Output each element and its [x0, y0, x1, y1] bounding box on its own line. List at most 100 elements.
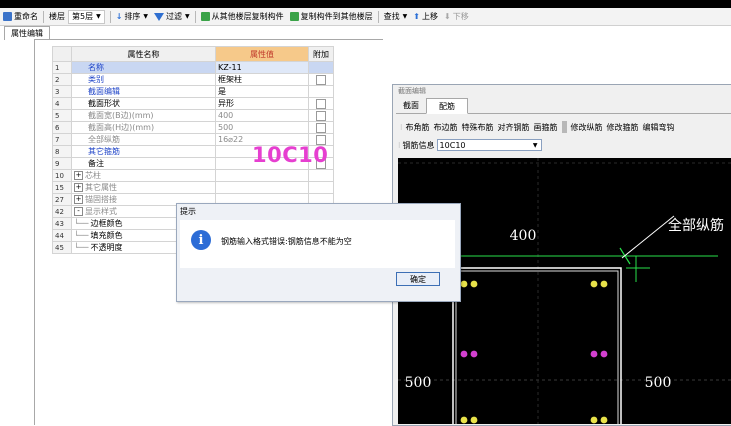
- tool-corner-rebar[interactable]: 布角筋: [404, 122, 432, 133]
- rebar-point[interactable]: [470, 280, 478, 288]
- tool-draw-stirrup[interactable]: 画箍筋: [532, 122, 560, 133]
- tab-section[interactable]: 截面: [396, 98, 426, 112]
- floor-selector[interactable]: 楼层 第5层 ▼: [46, 9, 108, 24]
- extra-checkbox[interactable]: [316, 98, 326, 109]
- tree-connector: └──: [74, 243, 89, 252]
- rebar-point[interactable]: [460, 350, 468, 358]
- chevron-down-icon[interactable]: ▼: [533, 142, 538, 149]
- extra-cell: [308, 85, 334, 98]
- table-row[interactable]: 2 类别 框架柱: [52, 73, 334, 86]
- rebar-point[interactable]: [600, 280, 608, 288]
- rebar-point[interactable]: [460, 416, 468, 424]
- collapse-icon[interactable]: -: [74, 207, 83, 216]
- find-button[interactable]: 查找 ▼: [381, 9, 411, 24]
- rebar-points: [460, 280, 608, 424]
- tool-modify-longitudinal[interactable]: 修改纵筋: [569, 122, 605, 133]
- rebar-point[interactable]: [470, 350, 478, 358]
- alert-dialog-title: 提示: [180, 207, 196, 216]
- tool-special-rebar[interactable]: 特殊布筋: [460, 122, 496, 133]
- rename-button[interactable]: 重命名: [0, 9, 41, 24]
- row-number: 10: [52, 169, 72, 182]
- property-value[interactable]: KZ-11: [215, 61, 309, 74]
- ok-button[interactable]: 确定: [396, 272, 440, 286]
- move-up-button[interactable]: ⬆ 上移: [410, 9, 441, 24]
- table-row[interactable]: 3 截面编辑 是: [52, 85, 334, 98]
- table-row[interactable]: 1 名称 KZ-11: [52, 61, 334, 74]
- toolbar-separator: [109, 10, 111, 23]
- property-name-text: 边框颜色: [90, 219, 123, 228]
- header-property-name: 属性名称: [71, 46, 216, 62]
- row-number: 1: [52, 61, 72, 74]
- rebar-info-combobox[interactable]: 10C10 ▼: [436, 139, 542, 151]
- rebar-point[interactable]: [470, 416, 478, 424]
- property-value[interactable]: [215, 181, 309, 194]
- rebar-point[interactable]: [600, 350, 608, 358]
- tool-align-rebar[interactable]: 对齐钢筋: [496, 122, 532, 133]
- property-name: 截面形状: [71, 97, 216, 110]
- property-value[interactable]: [215, 169, 309, 182]
- property-name-text: 类别: [88, 75, 104, 84]
- property-name-text: 截面形状: [88, 99, 120, 108]
- property-value[interactable]: 异形: [215, 97, 309, 110]
- rebar-point[interactable]: [460, 280, 468, 288]
- rebar-point[interactable]: [590, 280, 598, 288]
- tab-rebar[interactable]: 配筋: [426, 98, 468, 114]
- table-row[interactable]: 10 + 芯柱: [52, 169, 334, 182]
- row-number: 27: [52, 193, 72, 206]
- copy-to-floor-button[interactable]: 复制构件到其他楼层: [287, 9, 376, 24]
- expand-icon[interactable]: +: [74, 183, 83, 192]
- tool-modify-stirrup[interactable]: 修改箍筋: [605, 122, 641, 133]
- filter-icon: [154, 12, 165, 21]
- property-name-text: 备注: [88, 159, 104, 168]
- property-value[interactable]: 400: [215, 109, 309, 122]
- property-value[interactable]: 框架柱: [215, 73, 309, 86]
- overlay-annotation: 10C10: [252, 143, 329, 167]
- move-down-button[interactable]: ⬇ 下移: [441, 9, 472, 24]
- rebar-point[interactable]: [590, 350, 598, 358]
- toolbar-separator: [43, 10, 44, 23]
- row-number: 43: [52, 217, 72, 230]
- rebar-info-label: 钢筋信息: [402, 140, 435, 150]
- extra-cell: [308, 61, 334, 74]
- rebar-point[interactable]: [590, 416, 598, 424]
- property-name: 截面编辑: [71, 85, 216, 98]
- expand-icon[interactable]: +: [74, 195, 83, 204]
- row-number: 44: [52, 229, 72, 242]
- table-row[interactable]: 4 截面形状 异形: [52, 97, 334, 110]
- tool-edit-hook[interactable]: 编辑弯钩: [641, 122, 677, 133]
- table-row[interactable]: 15 + 其它属性: [52, 181, 334, 194]
- property-name: 类别: [71, 73, 216, 86]
- property-name-text: 显示样式: [85, 207, 117, 216]
- floor-dropdown[interactable]: 第5层 ▼: [68, 9, 105, 24]
- extra-checkbox[interactable]: [316, 74, 326, 85]
- chevron-down-icon: ▼: [143, 13, 149, 20]
- property-value[interactable]: 500: [215, 121, 309, 134]
- toolbar-separator: [194, 10, 196, 23]
- header-property-value: 属性值: [215, 46, 309, 62]
- copy-from-floor-button[interactable]: 从其他楼层复制构件: [198, 9, 287, 24]
- tool-edge-rebar[interactable]: 布边筋: [432, 122, 460, 133]
- extra-cell: [308, 181, 334, 194]
- dimension-height-right-label: 500: [645, 375, 672, 391]
- property-value[interactable]: 是: [215, 85, 309, 98]
- extra-checkbox[interactable]: [316, 110, 326, 121]
- property-name: + 其它属性: [71, 181, 216, 194]
- table-row[interactable]: 6 截面高(H边)(mm) 500: [52, 121, 334, 134]
- toolbar-separator: [377, 10, 379, 23]
- filter-button[interactable]: 过滤 ▼: [151, 9, 193, 24]
- property-name-text: 截面高(H边)(mm): [88, 123, 155, 132]
- tree-connector: └──: [74, 219, 89, 228]
- rebar-point[interactable]: [600, 416, 608, 424]
- table-row[interactable]: 5 截面宽(B边)(mm) 400: [52, 109, 334, 122]
- arrow-up-icon: ⬆: [413, 12, 420, 21]
- row-number: 5: [52, 109, 72, 122]
- extra-cell: [308, 121, 334, 134]
- expand-icon[interactable]: +: [74, 171, 83, 180]
- toolbar-separator: [561, 121, 567, 133]
- extra-checkbox[interactable]: [316, 122, 326, 133]
- property-name-text: 不透明度: [90, 243, 123, 252]
- sort-button[interactable]: ↓ 排序 ▼: [113, 9, 151, 24]
- extra-cell: [308, 97, 334, 110]
- tab-property-edit[interactable]: 属性编辑: [4, 26, 50, 40]
- arrow-down-icon: ⬇: [444, 12, 451, 21]
